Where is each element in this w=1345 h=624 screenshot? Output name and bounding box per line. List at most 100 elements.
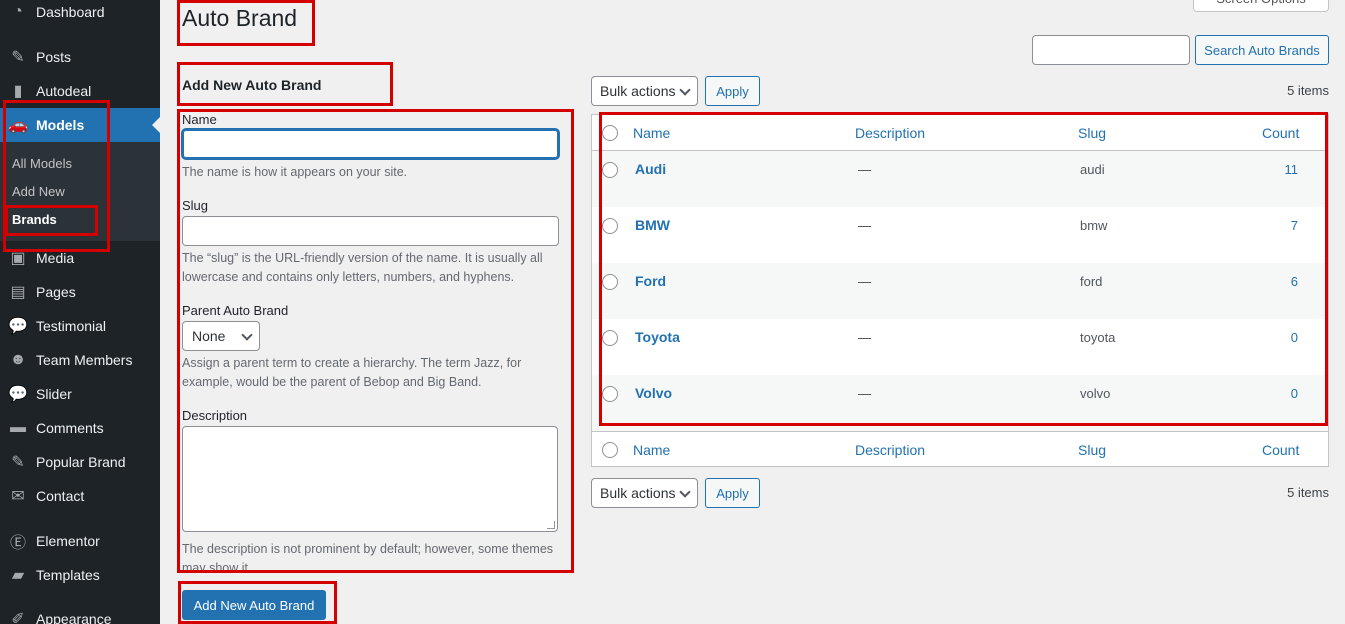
table-header: Name Description Slug Count	[592, 115, 1328, 151]
table-row: Ford — ford 6	[592, 263, 1328, 319]
brand-name-link[interactable]: Toyota	[635, 329, 680, 345]
resize-grip-icon[interactable]	[547, 521, 555, 529]
menu-item-appearance[interactable]: ✐ Appearance	[0, 602, 160, 624]
menu-item-label: Templates	[36, 567, 100, 583]
menu-item-label: Dashboard	[36, 4, 105, 20]
name-description: The name is how it appears on your site.	[182, 165, 408, 179]
menu-item-popular-brand[interactable]: ✎ Popular Brand	[0, 445, 160, 479]
menu-item-posts[interactable]: ✎ Posts	[0, 40, 160, 74]
menu-item-label: Media	[36, 250, 75, 266]
form-heading: Add New Auto Brand	[182, 77, 322, 93]
table-row: BMW — bmw 7	[592, 207, 1328, 263]
brand-slug: ford	[1080, 274, 1103, 289]
submenu-all-models[interactable]: All Models	[12, 156, 72, 171]
row-checkbox[interactable]	[602, 274, 618, 290]
row-checkbox[interactable]	[602, 162, 618, 178]
bulk-actions-select-top[interactable]: Bulk actions	[591, 76, 698, 106]
folder-icon: ▰	[11, 567, 25, 584]
description-label: Description	[182, 408, 248, 423]
brand-description: —	[858, 218, 871, 233]
row-checkbox[interactable]	[602, 386, 618, 402]
chevron-down-icon	[241, 329, 253, 341]
column-description[interactable]: Description	[855, 442, 925, 458]
brand-name-link[interactable]: Volvo	[635, 385, 672, 401]
menu-item-label: Appearance	[36, 611, 112, 624]
brand-count-link[interactable]: 0	[1278, 386, 1298, 401]
row-checkbox[interactable]	[602, 218, 618, 234]
slug-description: The “slug” is the URL-friendly version o…	[182, 251, 543, 284]
submenu-brands[interactable]: Brands	[12, 212, 57, 227]
row-checkbox[interactable]	[602, 330, 618, 346]
menu-item-label: Pages	[36, 284, 76, 300]
menu-item-label: Models	[36, 117, 85, 133]
brand-name-link[interactable]: Audi	[635, 161, 666, 177]
menu-item-slider[interactable]: 💬 Slider	[0, 377, 160, 411]
brand-count-link[interactable]: 0	[1278, 330, 1298, 345]
column-name[interactable]: Name	[633, 442, 670, 458]
brand-count-link[interactable]: 11	[1278, 162, 1299, 177]
apply-button-top[interactable]: Apply	[705, 76, 760, 106]
menu-item-testimonial[interactable]: 💬 Testimonial	[0, 309, 160, 343]
search-input[interactable]	[1032, 35, 1190, 65]
dashboard-icon: ◔	[13, 3, 23, 20]
brand-slug: audi	[1080, 162, 1105, 177]
items-count-top: 5 items	[1287, 83, 1329, 98]
brand-slug: volvo	[1080, 386, 1111, 401]
column-count[interactable]: Count	[1262, 442, 1299, 458]
menu-item-elementor[interactable]: Ⓔ Elementor	[0, 524, 160, 558]
bulk-actions-label: Bulk actions	[600, 83, 676, 99]
parent-select[interactable]: None	[182, 321, 260, 351]
menu-item-pages[interactable]: ▤ Pages	[0, 275, 160, 309]
menu-item-label: Contact	[36, 488, 85, 504]
comments-icon: ▬	[10, 419, 26, 436]
menu-item-contact[interactable]: ✉ Contact	[0, 479, 160, 513]
brand-description: —	[858, 386, 871, 401]
slug-field[interactable]	[182, 216, 559, 246]
name-field[interactable]	[182, 129, 559, 159]
brand-name-link[interactable]: BMW	[635, 217, 670, 233]
menu-item-team-members[interactable]: ☻ Team Members	[0, 343, 160, 377]
menu-item-label: Autodeal	[36, 83, 92, 99]
menu-item-label: Elementor	[36, 533, 100, 549]
media-icon: ▣	[10, 250, 26, 267]
team-icon: ☻	[9, 351, 27, 368]
parent-select-value: None	[192, 328, 226, 344]
bulk-actions-label: Bulk actions	[600, 485, 676, 501]
brand-count-link[interactable]: 7	[1278, 218, 1298, 233]
brand-slug: toyota	[1080, 330, 1116, 345]
parent-description: Assign a parent term to create a hierarc…	[182, 356, 522, 389]
bulk-actions-select-bottom[interactable]: Bulk actions	[591, 478, 698, 508]
menu-item-dashboard[interactable]: ◔ Dashboard	[0, 0, 160, 29]
table-footer: Name Description Slug Count	[592, 431, 1328, 467]
chevron-down-icon	[679, 486, 691, 498]
column-count[interactable]: Count	[1262, 125, 1299, 141]
menu-item-label: Testimonial	[36, 318, 107, 334]
menu-item-templates[interactable]: ▰ Templates	[0, 558, 160, 592]
column-slug[interactable]: Slug	[1078, 442, 1106, 458]
brands-table: Name Description Slug Count Audi — audi …	[591, 114, 1329, 467]
brand-name-link[interactable]: Ford	[635, 273, 666, 289]
menu-item-label: Posts	[36, 49, 72, 65]
menu-item-models[interactable]: 🚗 Models	[0, 108, 160, 142]
apply-button-bottom[interactable]: Apply	[705, 478, 760, 508]
select-all-checkbox[interactable]	[602, 125, 618, 141]
menu-item-label: Popular Brand	[36, 454, 126, 470]
brand-description: —	[858, 330, 871, 345]
brand-description: —	[858, 274, 871, 289]
add-new-auto-brand-button[interactable]: Add New Auto Brand	[182, 590, 326, 620]
search-auto-brands-button[interactable]: Search Auto Brands	[1195, 35, 1329, 65]
menu-item-media[interactable]: ▣ Media	[0, 241, 160, 275]
slug-label: Slug	[182, 198, 209, 213]
brand-count-link[interactable]: 6	[1278, 274, 1298, 289]
select-all-checkbox-footer[interactable]	[602, 442, 618, 458]
submenu-add-new[interactable]: Add New	[12, 184, 65, 199]
menu-item-comments[interactable]: ▬ Comments	[0, 411, 160, 445]
menu-item-autodeal[interactable]: ▮ Autodeal	[0, 74, 160, 108]
column-slug[interactable]: Slug	[1078, 125, 1106, 141]
screen-options-button[interactable]: Screen Options	[1193, 0, 1329, 12]
pin-icon: ✎	[11, 49, 25, 66]
column-name[interactable]: Name	[633, 125, 670, 141]
comment-icon: 💬	[8, 386, 28, 403]
description-textarea[interactable]	[182, 426, 558, 532]
column-description[interactable]: Description	[855, 125, 925, 141]
